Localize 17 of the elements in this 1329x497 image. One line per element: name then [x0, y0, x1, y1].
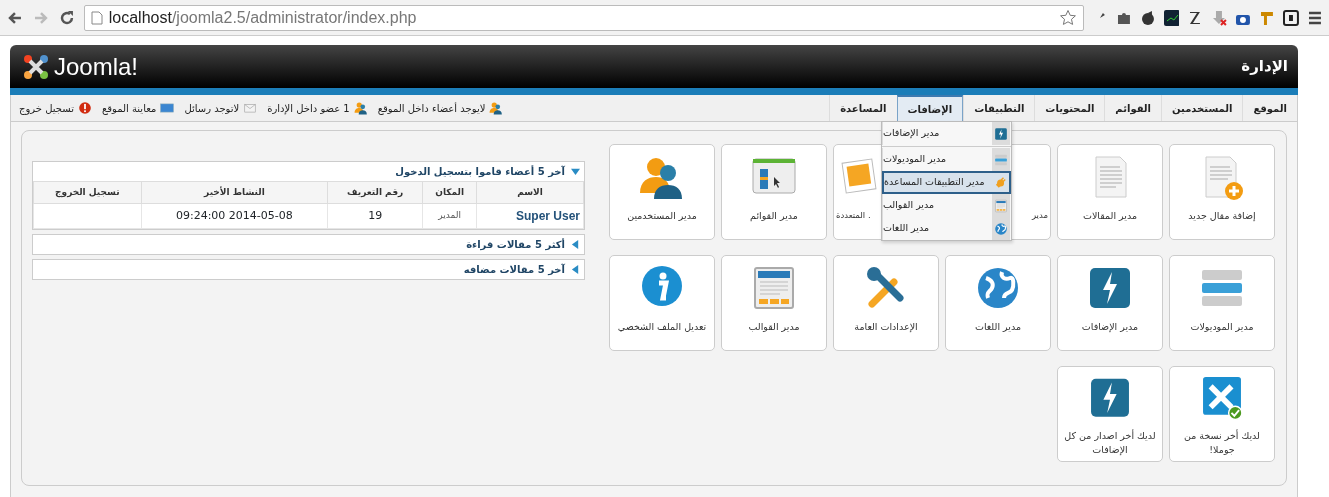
- table-cell: 2014-05-08 09:24:00: [141, 203, 328, 229]
- status-text: لاتوجد رسائل: [184, 101, 240, 116]
- logo-text: Joomla!: [54, 51, 139, 82]
- status-text: لايوجد أعضاء داخل الموقع: [377, 101, 486, 116]
- column-header: النشاط الأخير: [141, 181, 328, 204]
- table-cell: المدير: [422, 203, 477, 229]
- column-header: رقم التعريف: [327, 181, 423, 204]
- column-header: تسجيل الخروج: [33, 181, 142, 204]
- status-text: 1 عضو داخل الإدارة: [267, 101, 350, 116]
- column-header: الاسم: [476, 181, 584, 204]
- table-cell: 19: [327, 203, 423, 229]
- status-text: معاينة الموقع: [101, 101, 157, 116]
- url-text: localhost/joomla2.5/administrator/index.php: [108, 7, 417, 28]
- column-header: المكان: [422, 181, 477, 204]
- status-text: تسجيل خروج: [19, 101, 74, 116]
- header-title: الإدارة: [1241, 56, 1288, 78]
- table-cell: Super User: [476, 203, 584, 229]
